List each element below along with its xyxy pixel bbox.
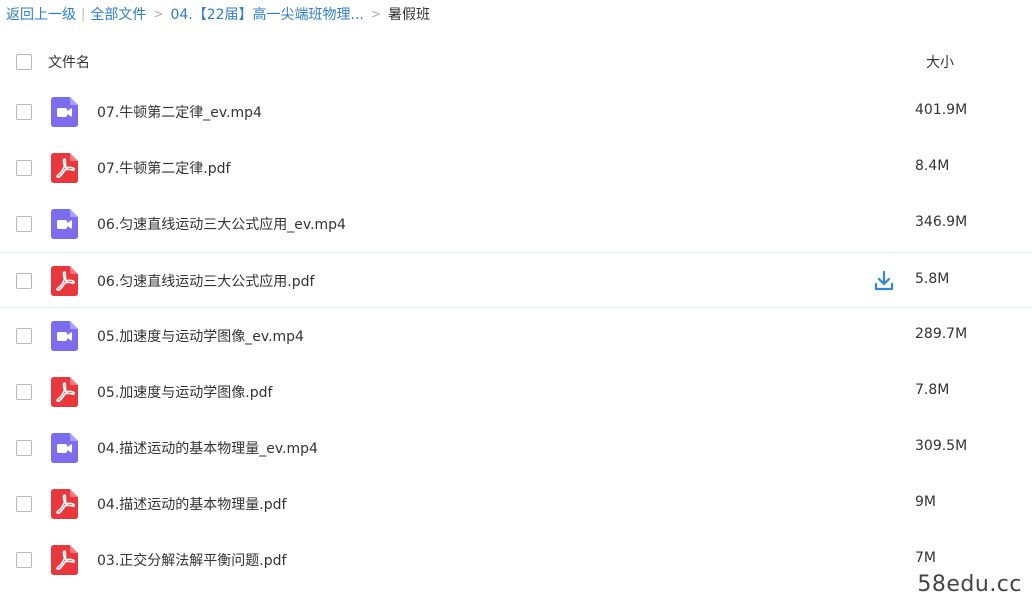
pdf-file-icon	[51, 489, 78, 519]
file-row[interactable]: 05.加速度与运动学图像.pdf 7.8M	[0, 364, 1032, 420]
file-name-link[interactable]: 06.匀速直线运动三大公式应用.pdf	[97, 271, 314, 291]
file-row[interactable]: 07.牛顿第二定律.pdf 8.4M	[0, 140, 1032, 196]
file-name-link[interactable]: 05.加速度与运动学图像_ev.mp4	[97, 326, 304, 346]
select-all-checkbox[interactable]	[16, 54, 32, 70]
video-file-icon	[51, 433, 78, 463]
row-checkbox[interactable]	[16, 104, 32, 120]
column-header-name[interactable]: 文件名	[48, 52, 90, 72]
file-size: 289.7M	[915, 326, 968, 342]
video-file-icon	[51, 97, 78, 127]
pdf-file-icon	[51, 153, 78, 183]
file-name-link[interactable]: 04.描述运动的基本物理量_ev.mp4	[97, 438, 318, 458]
row-checkbox[interactable]	[16, 496, 32, 512]
file-name-link[interactable]: 03.正交分解法解平衡问题.pdf	[97, 550, 286, 570]
file-size: 7M	[915, 550, 936, 566]
video-file-icon	[51, 321, 78, 351]
file-size: 346.9M	[915, 214, 968, 230]
all-files-link[interactable]: 全部文件	[90, 4, 146, 24]
row-checkbox[interactable]	[16, 216, 32, 232]
file-list: 07.牛顿第二定律_ev.mp4 401.9M 07.牛顿第二定律.pdf 8.4M…	[0, 84, 1032, 588]
download-icon[interactable]	[873, 270, 895, 292]
breadcrumb-folder-link[interactable]: 04.【22届】高一尖端班物理...	[170, 4, 363, 24]
breadcrumb-separator: |	[81, 6, 86, 22]
pdf-file-icon	[51, 545, 78, 575]
column-header-size[interactable]: 大小	[926, 52, 954, 72]
file-list-header: 文件名 大小	[0, 40, 1032, 84]
file-name-link[interactable]: 07.牛顿第二定律.pdf	[97, 158, 230, 178]
file-name-link[interactable]: 07.牛顿第二定律_ev.mp4	[97, 102, 262, 122]
watermark: 58edu.cc	[917, 572, 1022, 597]
back-link[interactable]: 返回上一级	[6, 4, 76, 24]
row-checkbox[interactable]	[16, 328, 32, 344]
file-size: 8.4M	[915, 158, 950, 174]
breadcrumb: 返回上一级 | 全部文件 > 04.【22届】高一尖端班物理... > 暑假班	[6, 4, 430, 24]
file-size: 9M	[915, 494, 936, 510]
file-row[interactable]: 03.正交分解法解平衡问题.pdf 7M	[0, 532, 1032, 588]
file-name-link[interactable]: 05.加速度与运动学图像.pdf	[97, 382, 272, 402]
pdf-file-icon	[51, 266, 78, 296]
file-size: 401.9M	[915, 102, 968, 118]
file-row[interactable]: 04.描述运动的基本物理量_ev.mp4 309.5M	[0, 420, 1032, 476]
file-name-link[interactable]: 04.描述运动的基本物理量.pdf	[97, 494, 286, 514]
file-size: 5.8M	[915, 271, 950, 287]
file-size: 7.8M	[915, 382, 950, 398]
file-size: 309.5M	[915, 438, 968, 454]
pdf-file-icon	[51, 377, 78, 407]
row-checkbox[interactable]	[16, 552, 32, 568]
file-row[interactable]: 06.匀速直线运动三大公式应用_ev.mp4 346.9M	[0, 196, 1032, 252]
file-row[interactable]: 06.匀速直线运动三大公式应用.pdf 5.8M	[0, 252, 1032, 308]
row-checkbox[interactable]	[16, 273, 32, 289]
row-checkbox[interactable]	[16, 160, 32, 176]
row-checkbox[interactable]	[16, 440, 32, 456]
file-row[interactable]: 07.牛顿第二定律_ev.mp4 401.9M	[0, 84, 1032, 140]
video-file-icon	[51, 209, 78, 239]
breadcrumb-arrow: >	[153, 7, 164, 21]
file-row[interactable]: 05.加速度与运动学图像_ev.mp4 289.7M	[0, 308, 1032, 364]
breadcrumb-arrow: >	[370, 7, 381, 21]
file-name-link[interactable]: 06.匀速直线运动三大公式应用_ev.mp4	[97, 214, 346, 234]
row-checkbox[interactable]	[16, 384, 32, 400]
breadcrumb-current: 暑假班	[387, 7, 430, 23]
file-row[interactable]: 04.描述运动的基本物理量.pdf 9M	[0, 476, 1032, 532]
